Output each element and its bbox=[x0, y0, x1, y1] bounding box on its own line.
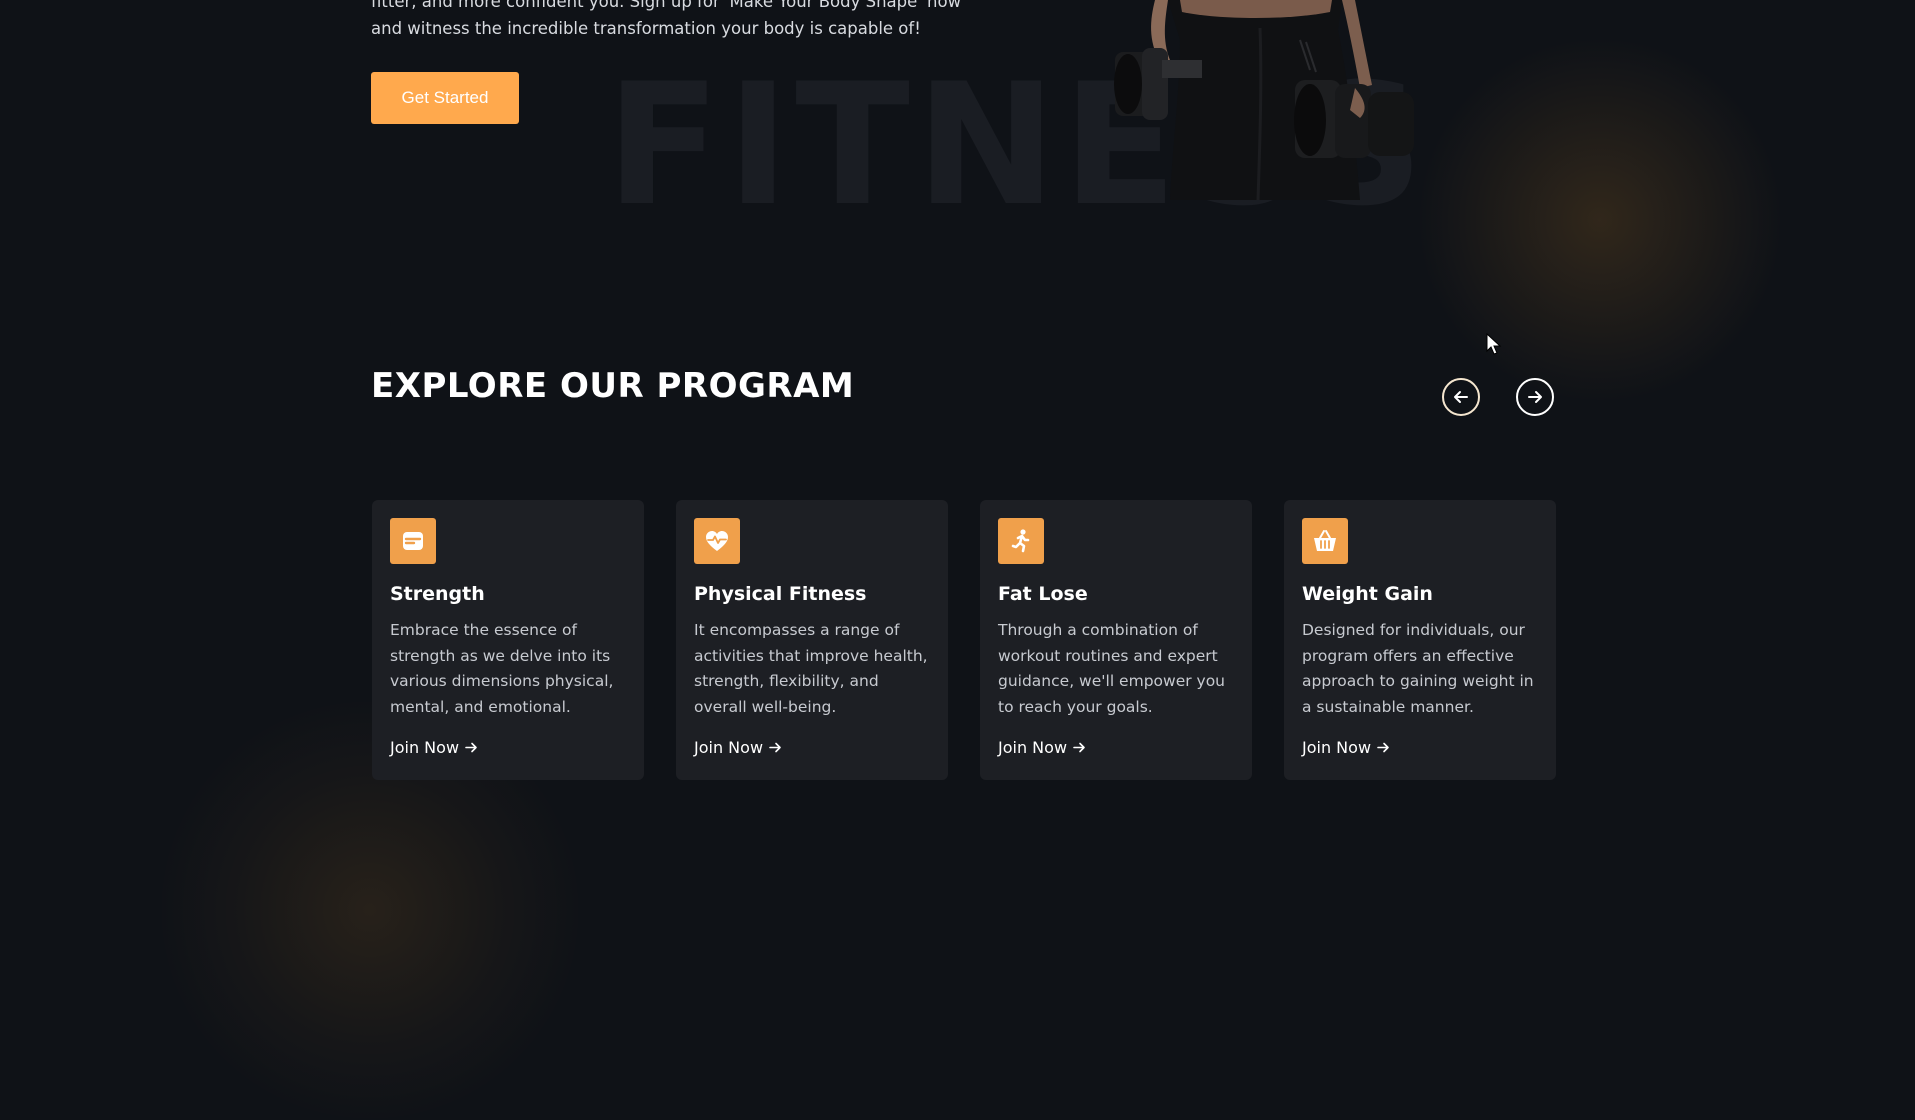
mouse-cursor-icon bbox=[1486, 333, 1502, 355]
hero-description-line-1: fitter, and more confident you. Sign up … bbox=[371, 0, 962, 11]
program-card-title: Physical Fitness bbox=[694, 583, 867, 605]
join-now-label: Join Now bbox=[998, 738, 1068, 757]
program-card-title: Strength bbox=[390, 583, 485, 605]
athlete-with-dumbbells-image bbox=[1114, 0, 1414, 200]
program-card-description: It encompasses a range of activities tha… bbox=[694, 621, 928, 716]
arrow-right-icon bbox=[1377, 742, 1389, 753]
program-card-title: Weight Gain bbox=[1302, 583, 1433, 605]
program-card-title: Fat Lose bbox=[998, 583, 1088, 605]
join-now-label: Join Now bbox=[694, 738, 764, 757]
arrow-left-icon bbox=[1454, 391, 1468, 403]
program-card-physical-fitness: Physical Fitness It encompasses a range … bbox=[676, 500, 948, 780]
program-card-fat-lose: Fat Lose Through a combination of workou… bbox=[980, 500, 1252, 780]
join-now-label: Join Now bbox=[390, 738, 460, 757]
arrow-right-icon bbox=[1073, 742, 1085, 753]
program-card-description: Designed for individuals, our program of… bbox=[1302, 621, 1534, 716]
carousel-next-button[interactable] bbox=[1516, 378, 1554, 416]
program-card-strength: Strength Embrace the essence of strength… bbox=[372, 500, 644, 780]
basket-icon bbox=[1302, 518, 1348, 564]
section-title: EXPLORE OUR PROGRAM bbox=[371, 366, 855, 406]
join-now-link[interactable]: Join Now bbox=[390, 738, 478, 757]
join-now-link[interactable]: Join Now bbox=[998, 738, 1086, 757]
hero-description: fitter, and more confident you. Sign up … bbox=[371, 0, 971, 42]
program-card-description: Embrace the essence of strength as we de… bbox=[390, 621, 614, 716]
join-now-link[interactable]: Join Now bbox=[1302, 738, 1390, 757]
strength-icon bbox=[390, 518, 436, 564]
arrow-right-icon bbox=[769, 742, 781, 753]
carousel-prev-button[interactable] bbox=[1442, 378, 1480, 416]
running-icon bbox=[998, 518, 1044, 564]
program-card-description: Through a combination of workout routine… bbox=[998, 621, 1226, 716]
join-now-label: Join Now bbox=[1302, 738, 1372, 757]
get-started-button[interactable]: Get Started bbox=[371, 72, 519, 124]
hero-description-line-2: and witness the incredible transformatio… bbox=[371, 19, 921, 38]
arrow-right-icon bbox=[1528, 391, 1542, 403]
program-card-weight-gain: Weight Gain Designed for individuals, ou… bbox=[1284, 500, 1556, 780]
heart-pulse-icon bbox=[694, 518, 740, 564]
join-now-link[interactable]: Join Now bbox=[694, 738, 782, 757]
background-glow-right bbox=[1420, 40, 1780, 400]
arrow-right-icon bbox=[465, 742, 477, 753]
